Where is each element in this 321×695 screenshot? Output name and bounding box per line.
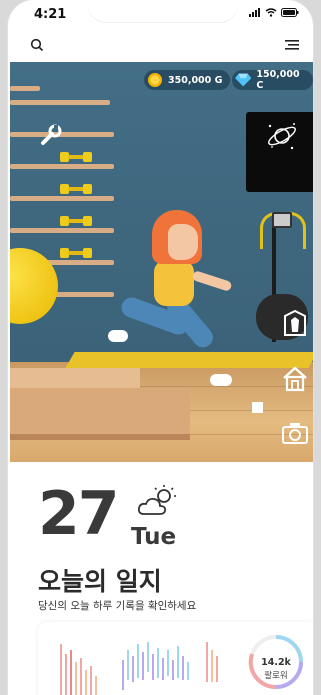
- gold-coin-icon: [148, 73, 162, 87]
- wall-shelf: [10, 164, 114, 169]
- signal-icon: [249, 8, 260, 17]
- status-icons: [249, 8, 299, 17]
- phone-screen: 4:21 350,000 G 150,000 C 27 Tue 오늘의 일지 당…: [8, 0, 313, 695]
- galaxy-icon[interactable]: [264, 118, 300, 154]
- bike-display: [272, 212, 292, 228]
- activity-bars: [60, 642, 218, 695]
- diamond-icon: [235, 73, 252, 87]
- dumbbell: [60, 152, 92, 162]
- floor-platform-top: [10, 368, 140, 390]
- wall-shelf: [10, 228, 114, 233]
- yellow-mat: [65, 352, 313, 368]
- camera-icon: [282, 423, 308, 444]
- gym-room-scene: 350,000 G 150,000 C: [10, 62, 313, 462]
- followers-count: 14.2k: [261, 657, 291, 668]
- diary-date-number: 27: [38, 479, 119, 549]
- battery-icon: [281, 8, 299, 17]
- wall-shelf: [10, 196, 114, 201]
- diary-title: 오늘의 일지: [38, 567, 162, 596]
- search-icon[interactable]: [30, 38, 44, 52]
- status-time: 4:21: [34, 7, 67, 22]
- home-button[interactable]: [280, 364, 310, 394]
- camera-button[interactable]: [280, 418, 310, 448]
- wardrobe-button[interactable]: [280, 308, 310, 338]
- notch: [88, 0, 238, 22]
- wrench-icon: [41, 124, 62, 145]
- wifi-icon: [265, 8, 277, 17]
- followers-label: 팔로워: [264, 671, 288, 681]
- wall-tv: [246, 112, 313, 192]
- wall-shelf: [10, 86, 40, 91]
- character-face: [168, 224, 198, 260]
- gold-value: 350,000 G: [168, 74, 223, 86]
- floor-platform: [10, 388, 190, 440]
- diary-subtitle: 당신의 오늘 하루 기록을 확인하세요: [38, 600, 197, 612]
- wrench-button[interactable]: [36, 120, 66, 150]
- diamond-value: 150,000 C: [256, 69, 300, 91]
- home-icon: [283, 366, 307, 392]
- diary-day-of-week: Tue: [131, 524, 177, 550]
- dumbbell: [60, 216, 92, 226]
- partly-sunny-icon: [137, 485, 176, 515]
- diamond-balance[interactable]: 150,000 C: [232, 69, 313, 91]
- wall-shelf: [10, 100, 110, 105]
- wardrobe-icon: [284, 310, 306, 336]
- top-bar: [8, 30, 313, 62]
- status-bar: 4:21: [8, 0, 313, 28]
- character-shoe: [210, 374, 232, 386]
- dumbbell: [60, 184, 92, 194]
- character-shoe: [108, 330, 128, 342]
- gold-balance[interactable]: 350,000 G: [144, 70, 231, 90]
- character-body[interactable]: [154, 260, 194, 306]
- scene-marker[interactable]: [252, 402, 263, 413]
- menu-icon[interactable]: [285, 40, 299, 50]
- dumbbell: [60, 248, 92, 258]
